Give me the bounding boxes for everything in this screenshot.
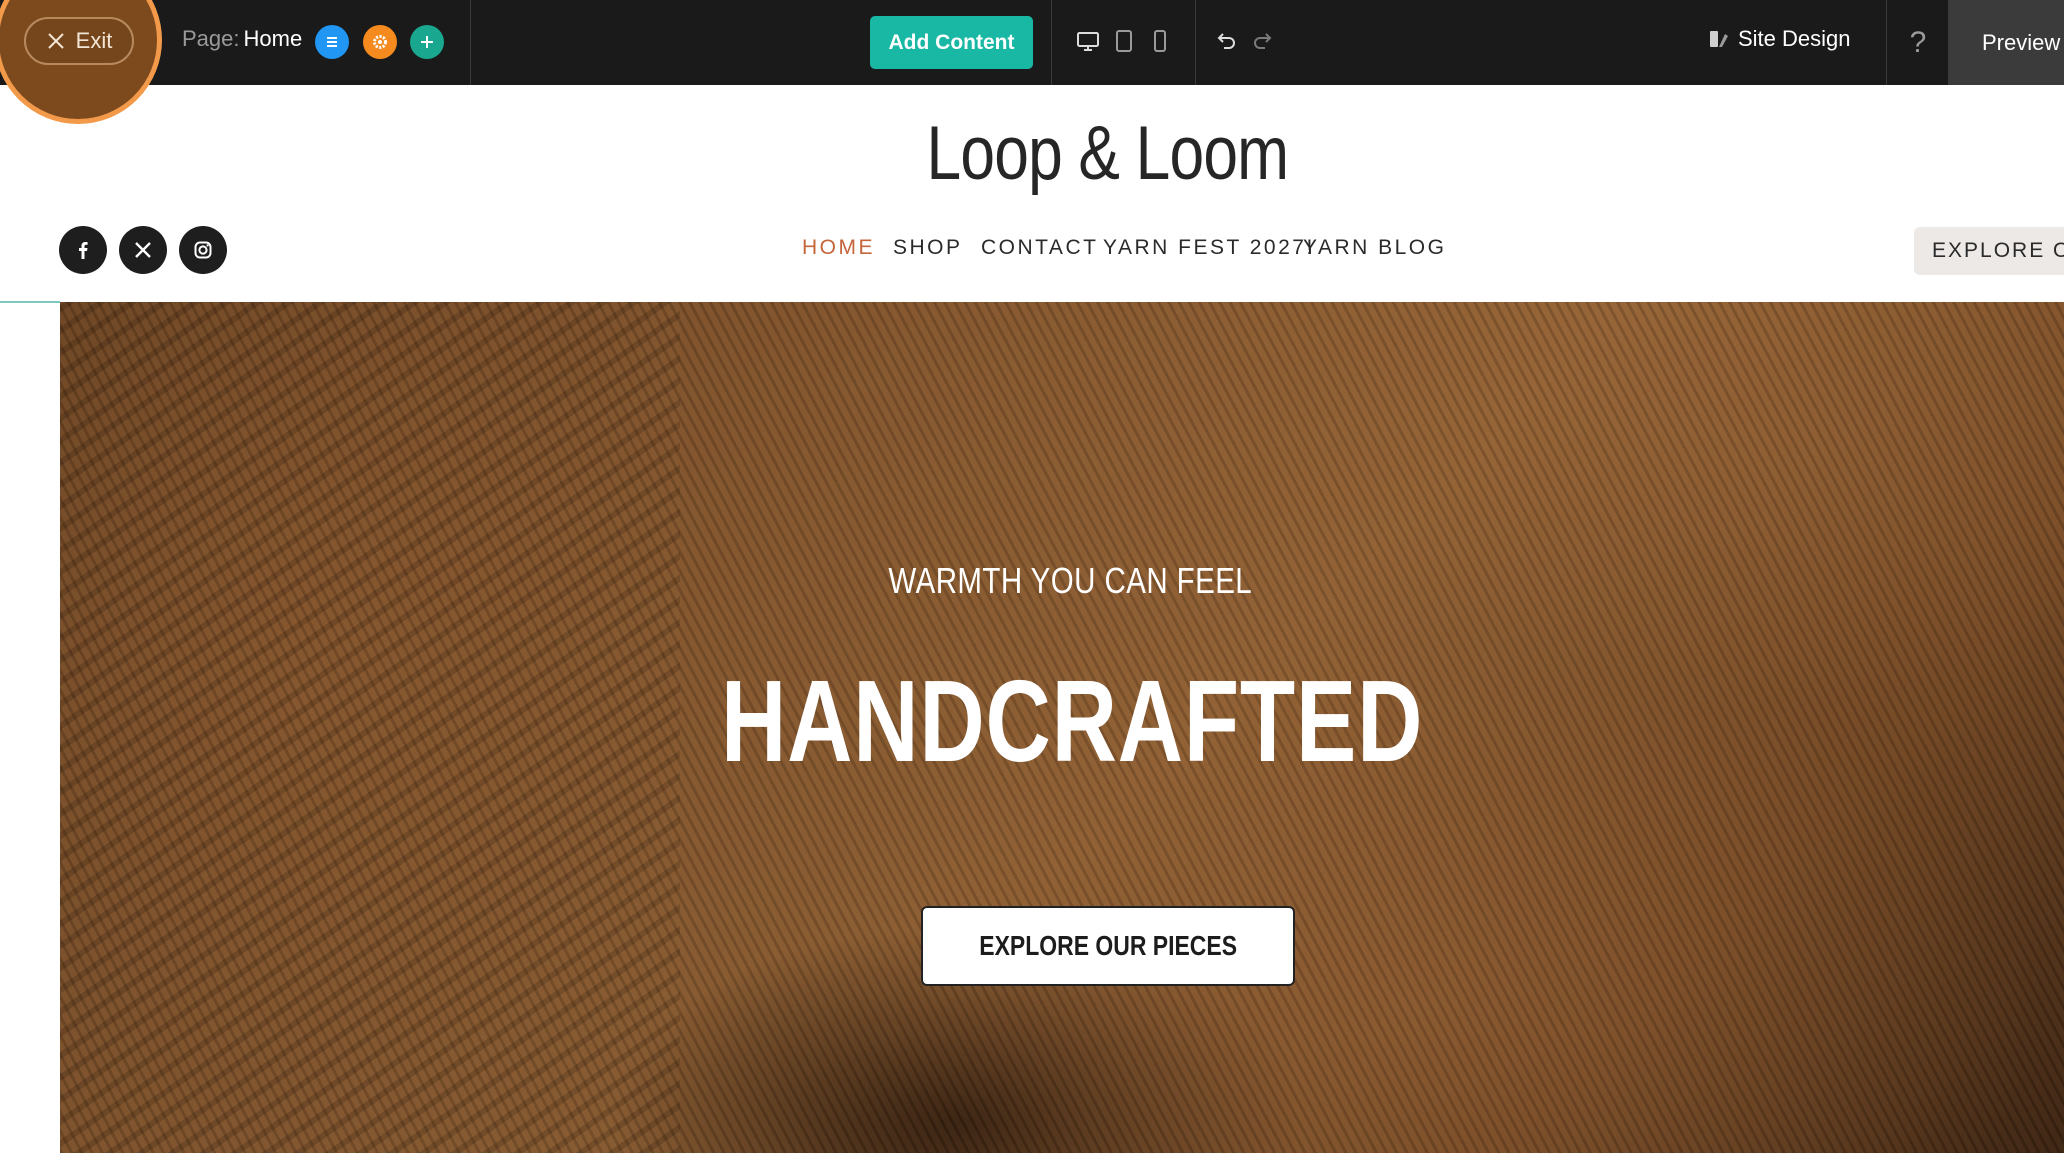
- exit-button[interactable]: Exit: [24, 17, 134, 65]
- help-button[interactable]: ?: [1888, 0, 1948, 85]
- site-design-icon: [1710, 31, 1728, 47]
- tablet-icon: [1116, 30, 1132, 52]
- nav-item-yarn-blog[interactable]: YARN BLOG: [1303, 236, 1446, 260]
- page-list-icon: [327, 37, 337, 47]
- nav-item-home[interactable]: HOME: [802, 236, 875, 260]
- page-name: Home: [243, 26, 303, 51]
- desktop-view-button[interactable]: [1075, 28, 1101, 54]
- editor-toolbar: Exit Page: Home Add Content Site Design ?…: [0, 0, 2064, 124]
- exit-label: Exit: [75, 28, 113, 53]
- mobile-view-button[interactable]: [1147, 28, 1173, 54]
- preview-button[interactable]: Preview: [1948, 0, 2064, 85]
- desktop-icon: [1077, 32, 1099, 51]
- mobile-icon: [1154, 30, 1166, 52]
- site-brand[interactable]: Loop & Loom: [199, 110, 2015, 197]
- current-page: Page: Home: [182, 26, 302, 52]
- page-settings-button[interactable]: [363, 25, 397, 59]
- explore-pieces-label: EXPLORE OUR PIECES: [979, 930, 1237, 961]
- tablet-view-button[interactable]: [1111, 28, 1137, 54]
- page-list-button[interactable]: [315, 25, 349, 59]
- undo-icon: [1217, 33, 1235, 49]
- nav-item-contact[interactable]: CONTACT: [981, 236, 1098, 260]
- close-icon: [47, 33, 64, 49]
- nav-item-shop[interactable]: SHOP: [893, 236, 963, 260]
- undo-button[interactable]: [1213, 28, 1239, 54]
- hero-eyebrow: WARMTH YOU CAN FEEL: [888, 560, 1253, 601]
- page-prefix: Page:: [182, 26, 240, 51]
- nav-item-yarn-fest[interactable]: YARN FEST 2027!: [1103, 236, 1315, 260]
- redo-button[interactable]: [1250, 28, 1276, 54]
- hero-title: HANDCRAFTED: [721, 656, 1424, 786]
- main-nav: HOME SHOP CONTACT YARN FEST 2027! YARN B…: [0, 236, 2064, 266]
- toolbar-divider: [470, 0, 471, 85]
- page-settings-icon: [373, 35, 387, 49]
- toolbar-divider: [1195, 0, 1196, 85]
- hero-section: WARMTH YOU CAN FEEL HANDCRAFTED EXPLORE …: [60, 302, 2064, 1153]
- site-design-button[interactable]: Site Design: [1708, 26, 1851, 52]
- header-divider: [0, 301, 60, 303]
- explore-pieces-button[interactable]: EXPLORE OUR PIECES: [921, 906, 1295, 986]
- add-content-button[interactable]: Add Content: [870, 16, 1033, 69]
- toolbar-divider: [1051, 0, 1052, 85]
- header-explore-button[interactable]: EXPLORE OUR: [1914, 227, 2064, 275]
- toolbar-divider: [1886, 0, 1887, 85]
- redo-icon: [1254, 33, 1272, 49]
- add-page-button[interactable]: [410, 25, 444, 59]
- site-design-label: Site Design: [1738, 26, 1851, 51]
- add-page-icon: [421, 36, 433, 48]
